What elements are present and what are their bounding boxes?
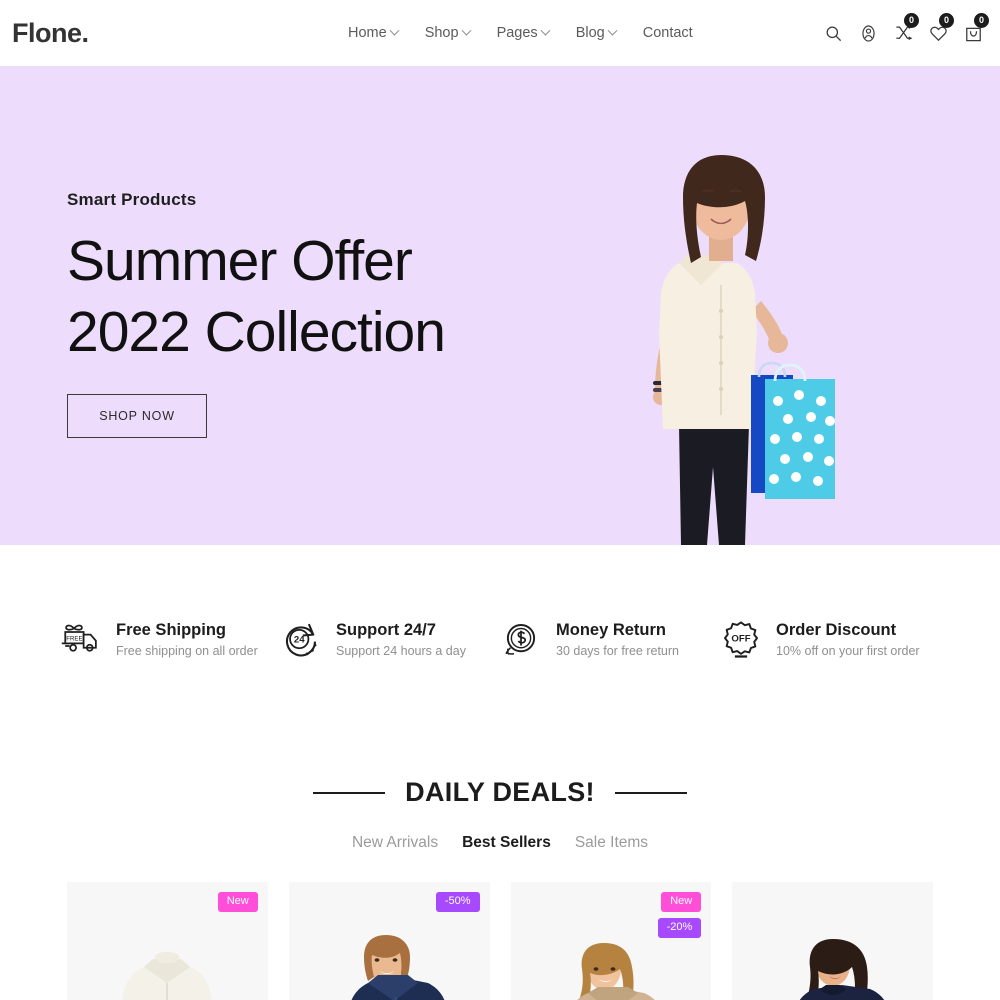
nav-item-label: Pages — [496, 25, 538, 41]
nav-item-pages[interactable]: Pages — [496, 25, 551, 41]
tab-sale-items[interactable]: Sale Items — [575, 834, 648, 852]
header-icon-group: 0 0 0 — [822, 13, 989, 44]
feature-order-discount: OFF Order Discount 10% off on your first… — [720, 618, 940, 660]
product-image-beige-trench-coat — [577, 943, 655, 1000]
hero-text-block: Smart Products Summer Offer 2022 Collect… — [67, 190, 446, 438]
chevron-down-icon — [461, 25, 472, 36]
chevron-down-icon — [607, 25, 618, 36]
cart-icon[interactable]: 0 — [962, 13, 989, 44]
nav-item-label: Contact — [642, 25, 693, 41]
free-shipping-truck-icon: FREE — [61, 624, 97, 652]
nav-item-contact[interactable]: Contact — [643, 25, 693, 41]
product-badges: New -20% — [657, 892, 702, 938]
product-image-navy-hooded-coat — [351, 935, 445, 1000]
badge-new: New — [661, 892, 702, 912]
shop-now-button[interactable]: SHOP NOW — [67, 394, 207, 438]
cart-count-badge: 0 — [974, 13, 989, 28]
badge-discount: -50% — [435, 892, 480, 912]
heading-rule-right — [614, 791, 687, 794]
feature-free-shipping: FREE Free Shipping Free shipping on all … — [60, 618, 280, 660]
product-card[interactable]: -50% — [288, 882, 490, 1000]
product-card[interactable]: New — [67, 882, 268, 1000]
heading-rule-left — [313, 791, 386, 794]
daily-deals-heading: DAILY DEALS! — [0, 777, 1000, 808]
wishlist-count-badge: 0 — [939, 13, 954, 28]
hero-banner: Smart Products Summer Offer 2022 Collect… — [0, 66, 1000, 545]
tab-best-sellers[interactable]: Best Sellers — [462, 834, 551, 852]
chevron-down-icon — [389, 25, 400, 36]
nav-item-shop[interactable]: Shop — [424, 25, 472, 41]
order-discount-off-badge-icon: OFF — [724, 621, 758, 658]
nav-item-home[interactable]: Home — [348, 25, 400, 41]
nav-item-blog[interactable]: Blog — [575, 25, 618, 41]
chevron-down-icon — [540, 25, 551, 36]
hero-title-line1: Summer Offer — [67, 229, 413, 293]
feature-title: Support 24/7 — [336, 620, 436, 639]
deals-tab-list: New Arrivals Best Sellers Sale Items — [0, 834, 1000, 852]
feature-title: Order Discount — [776, 620, 897, 639]
site-logo[interactable]: Flone. — [12, 18, 89, 49]
svg-text:OFF: OFF — [731, 634, 750, 645]
product-image-white-fur-jacket — [122, 951, 212, 1000]
money-return-dollar-icon — [505, 624, 536, 655]
hero-subtitle: Smart Products — [67, 190, 197, 209]
feature-support: 24 Support 24/7 Support 24 hours a day — [280, 618, 500, 660]
badge-discount: -20% — [657, 917, 702, 938]
product-card[interactable]: New -20% — [510, 882, 712, 1000]
feature-title: Free Shipping — [116, 620, 227, 639]
nav-item-label: Blog — [575, 25, 605, 41]
hero-title-line2: 2022 Collection — [67, 300, 446, 364]
search-icon[interactable] — [822, 22, 844, 44]
feature-description: Free shipping on all order — [116, 643, 258, 658]
section-title: DAILY DEALS! — [405, 777, 595, 807]
badge-new: New — [217, 892, 258, 912]
svg-text:FREE: FREE — [66, 635, 82, 642]
feature-money-return: Money Return 30 days for free return — [500, 618, 720, 660]
product-badges: -50% — [435, 892, 480, 912]
hero-model-image — [653, 155, 835, 545]
daily-deals-section: DAILY DEALS! New Arrivals Best Sellers S… — [0, 777, 1000, 1000]
user-account-icon[interactable] — [857, 22, 879, 44]
compare-icon[interactable]: 0 — [892, 13, 919, 44]
site-header: Flone. Home Shop Pages Blog Contact 0 0 … — [0, 0, 1000, 66]
product-card[interactable] — [732, 882, 933, 1000]
product-image-navy-blouse — [799, 939, 884, 1000]
support-24-clock-icon: 24 — [285, 623, 317, 657]
main-navigation: Home Shop Pages Blog Contact — [348, 25, 693, 41]
svg-text:24: 24 — [294, 635, 305, 646]
wishlist-heart-icon[interactable]: 0 — [927, 13, 954, 44]
feature-description: 10% off on your first order — [776, 643, 920, 658]
feature-description: Support 24 hours a day — [336, 643, 466, 658]
feature-description: 30 days for free return — [556, 643, 679, 658]
nav-item-label: Home — [348, 25, 387, 41]
feature-title: Money Return — [556, 620, 667, 639]
hero-title: Summer Offer 2022 Collection — [67, 226, 446, 368]
product-badges: New — [217, 892, 258, 912]
feature-strip: FREE Free Shipping Free shipping on all … — [0, 545, 1000, 733]
tab-new-arrivals[interactable]: New Arrivals — [352, 834, 438, 852]
product-grid: New -50% New -20% — [0, 882, 1000, 1000]
compare-count-badge: 0 — [904, 13, 919, 28]
nav-item-label: Shop — [424, 25, 459, 41]
